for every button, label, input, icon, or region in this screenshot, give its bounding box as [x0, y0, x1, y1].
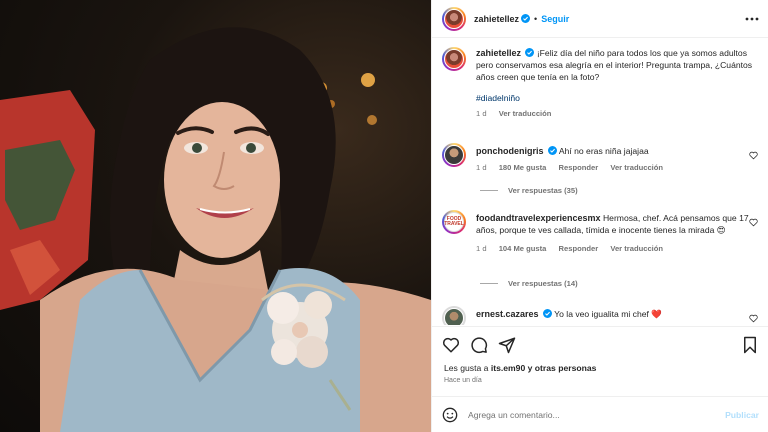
comment-meta: 1 d 180 Me gusta Responder Ver traducció… [476, 163, 756, 172]
comment-username[interactable]: ernest.cazares [476, 309, 539, 319]
comment-like-heart-icon[interactable] [749, 218, 758, 227]
verified-badge-icon [542, 309, 552, 318]
caption-time: 1 d [476, 109, 487, 118]
caption-username[interactable]: zahietellez [476, 48, 521, 58]
comment-text: Yo la veo igualita mi chef ❤️ [554, 309, 663, 319]
comment-time: 1 d [476, 163, 487, 172]
heart-icon[interactable] [442, 336, 460, 354]
comment-bubble-icon[interactable] [470, 336, 488, 354]
action-bar [432, 326, 768, 364]
view-replies-label[interactable]: Ver respuestas (35) [508, 186, 578, 195]
verified-badge-icon [525, 48, 535, 57]
comment-avatar[interactable]: FOOD TRAVEL [442, 210, 466, 234]
comment-input[interactable] [468, 409, 726, 420]
follow-button[interactable]: Seguir [541, 14, 569, 24]
likes-user-link[interactable]: its.em90 [491, 363, 525, 373]
reply-link[interactable]: Responder [559, 163, 599, 172]
comment-body: foodandtravelexperiencesmx Hermosa, chef… [476, 210, 756, 253]
comments-feed[interactable]: zahietellez ¡Feliz día del niño para tod… [432, 38, 768, 325]
comment-username[interactable]: ponchodenigris [476, 146, 544, 156]
verified-badge-icon [547, 146, 557, 155]
likes-summary: Les gusta a its.em90 y otras personas [444, 363, 596, 373]
comment-meta: 1 d 104 Me gusta Responder Ver traducció… [476, 244, 756, 253]
side-panel: zahietellez • Seguir zahietellez ¡Feliz … [431, 0, 768, 432]
view-replies-button[interactable]: Ver respuestas (35) [480, 186, 578, 195]
caption-body: zahietellez ¡Feliz día del niño para tod… [476, 47, 756, 118]
view-replies-button[interactable]: Ver respuestas (14) [480, 279, 578, 288]
comment-like-heart-icon[interactable] [749, 314, 758, 323]
caption-avatar[interactable] [442, 47, 466, 71]
comment-avatar[interactable] [442, 306, 466, 325]
more-options-icon[interactable] [745, 12, 759, 26]
reply-link[interactable]: Responder [559, 244, 599, 253]
comment-text-block: ponchodenigris Ahí no eras niña jajajaa [476, 145, 756, 157]
header-username[interactable]: zahietellez [474, 14, 519, 24]
translate-link[interactable]: Ver traducción [610, 244, 663, 253]
comment-time: 1 d [476, 244, 487, 253]
post-timestamp[interactable]: Hace un día [444, 377, 482, 384]
comment-likes[interactable]: 104 Me gusta [499, 244, 547, 253]
instagram-post-view: zahietellez • Seguir zahietellez ¡Feliz … [0, 0, 768, 432]
portrait-illustration [0, 27, 431, 432]
replies-line [480, 283, 498, 284]
paper-plane-icon[interactable] [498, 336, 516, 354]
smiley-icon[interactable] [442, 407, 458, 423]
view-replies-label[interactable]: Ver respuestas (14) [508, 279, 578, 288]
likes-prefix: Les gusta a [444, 363, 489, 373]
comment-likes[interactable]: 180 Me gusta [499, 163, 547, 172]
comment-text-block: ernest.cazares Yo la veo igualita mi che… [476, 308, 756, 320]
translate-link[interactable]: Ver traducción [610, 163, 663, 172]
caption-hashtag[interactable]: #diadelniño [476, 93, 756, 103]
caption-translate-link[interactable]: Ver traducción [499, 109, 552, 118]
verified-badge-icon [521, 14, 531, 23]
comment-composer: Publicar [432, 396, 768, 432]
comment-text: Ahí no eras niña jajajaa [558, 146, 649, 156]
post-header: zahietellez • Seguir [432, 0, 768, 38]
avatar-logo-text: FOOD TRAVEL [444, 212, 464, 232]
comment-body: ernest.cazares Yo la veo igualita mi che… [476, 306, 756, 320]
separator-dot: • [534, 13, 538, 24]
caption-text-block: zahietellez ¡Feliz día del niño para tod… [476, 47, 756, 83]
comment-username[interactable]: foodandtravelexperiencesmx [476, 213, 601, 223]
caption-meta: 1 d Ver traducción [476, 109, 756, 118]
comment-avatar[interactable] [442, 143, 466, 167]
comment-like-heart-icon[interactable] [749, 151, 758, 160]
replies-line [480, 190, 498, 191]
comment-body: ponchodenigris Ahí no eras niña jajajaa … [476, 143, 756, 172]
bookmark-icon[interactable] [741, 336, 759, 354]
publish-button[interactable]: Publicar [725, 410, 759, 420]
post-photo[interactable] [0, 0, 431, 432]
comment-text-block: foodandtravelexperiencesmx Hermosa, chef… [476, 212, 756, 236]
avatar[interactable] [442, 6, 466, 31]
likes-others-link[interactable]: y otras personas [528, 363, 597, 373]
